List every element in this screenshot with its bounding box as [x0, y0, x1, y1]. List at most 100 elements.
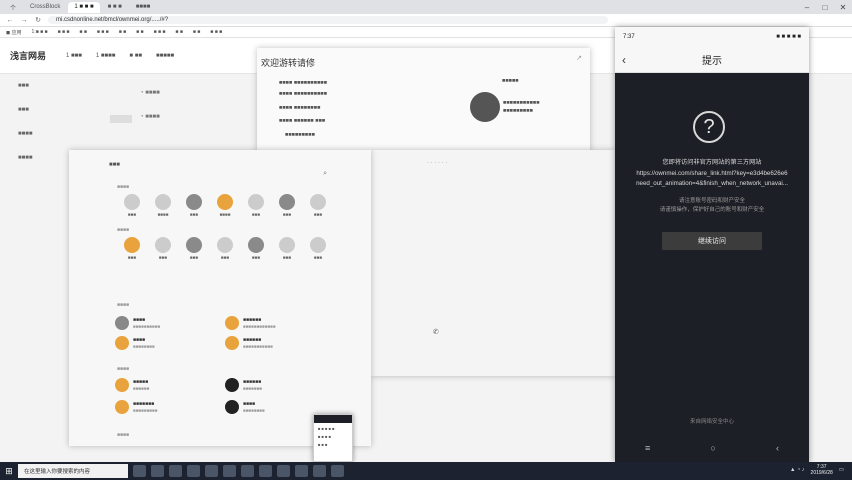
app-icon[interactable]: ■■■■	[214, 194, 236, 217]
close-icon[interactable]: ↗	[576, 54, 582, 62]
sidebar-item[interactable]: ■■■	[0, 74, 75, 98]
continue-visit-button[interactable]: 继续访问	[662, 232, 762, 250]
windows-start-icon[interactable]: ⊞	[0, 466, 18, 477]
taskbar-app-icon[interactable]	[277, 465, 290, 477]
section-label: ■■■■	[117, 184, 130, 190]
clock[interactable]: 7:37 2019/6/28	[811, 464, 833, 476]
forward-icon[interactable]: →	[20, 17, 28, 24]
question-mark-icon: ?	[693, 111, 725, 143]
taskbar: ⊞ 在这里输入你要搜索的内容 ▲ ◔ ♪ 7:37 2019/6/28 ▭	[0, 462, 852, 480]
browser-tab[interactable]: 个	[4, 2, 22, 13]
icon-row: ■■■ ■■■ ■■■ ■■■ ■■■ ■■■ ■■■	[69, 237, 371, 260]
bookmark-item[interactable]: ■ ■ ■	[97, 29, 109, 35]
menu-icon[interactable]: ≡	[645, 443, 650, 453]
bookmark-item[interactable]: ■ ■	[79, 29, 86, 35]
tray-icons[interactable]: ▲ ◔ ♪	[790, 467, 805, 473]
taskbar-search-input[interactable]: 在这里输入你要搜索的内容	[18, 464, 128, 478]
app-icon[interactable]: ■■■	[307, 237, 329, 260]
app-icon[interactable]: ■■■	[183, 194, 205, 217]
section-label: ■■■■	[117, 366, 130, 372]
app-icon[interactable]: ■■■	[152, 237, 174, 260]
clock-date: 2019/6/28	[810, 470, 833, 476]
taskbar-app-icon[interactable]	[241, 465, 254, 477]
taskbar-app-icon[interactable]	[169, 465, 182, 477]
bookmark-item[interactable]: ■ ■	[175, 29, 182, 35]
taskbar-app-icon[interactable]	[187, 465, 200, 477]
section-label: ■■■■	[117, 432, 130, 438]
app-icon[interactable]: ■■■	[121, 194, 143, 217]
bookmark-item[interactable]: ■ ■	[119, 29, 126, 35]
site-nav-item[interactable]: 1 ■■■■	[96, 53, 116, 59]
dialog-text: ■■■■■■■■■■■	[503, 100, 540, 106]
account-item[interactable]: ■■■■ ■■■■■■■■■■	[115, 316, 160, 330]
app-icon[interactable]: ■■■	[214, 237, 236, 260]
app-icon[interactable]: ■■■	[245, 194, 267, 217]
site-logo[interactable]: 浅言网易	[10, 49, 46, 62]
feed-item[interactable]: ◔ ■■■■	[140, 114, 160, 120]
app-icon[interactable]: ■■■	[307, 194, 329, 217]
phone-icon[interactable]: ✆	[433, 328, 439, 336]
dialog-title: 欢迎游转请修	[261, 58, 316, 68]
app-icon[interactable]: ■■■	[245, 237, 267, 260]
taskbar-app-icon[interactable]	[205, 465, 218, 477]
home-icon[interactable]: ○	[710, 443, 715, 453]
minimize-icon[interactable]: –	[800, 0, 814, 14]
taskbar-app-icon[interactable]	[223, 465, 236, 477]
url-input[interactable]: mi.csdnonline.net/bmcl/ownmei.org/...../…	[48, 16, 608, 24]
bookmark-item[interactable]: ◼ 应用	[6, 29, 22, 36]
close-icon[interactable]: ✕	[836, 0, 850, 14]
taskbar-app-icon[interactable]	[151, 465, 164, 477]
dialog-text: ■■■■■■■■■	[285, 132, 315, 138]
browser-tab[interactable]: ■ ■ ■	[102, 2, 128, 13]
back-icon[interactable]: ‹	[776, 443, 779, 453]
safety-notice: 请注意账号密码和财产安全	[678, 198, 745, 204]
browser-tab[interactable]: ■■■■	[130, 2, 157, 13]
app-icon[interactable]: ■■■	[276, 237, 298, 260]
account-item[interactable]: ■■■■■■ ■■■■■■■	[225, 378, 262, 392]
feed-item[interactable]: ◔ ■■■■	[140, 90, 160, 96]
account-item[interactable]: ■■■■ ■■■■■■■■	[115, 336, 155, 350]
app-icon[interactable]: ■■■	[183, 237, 205, 260]
site-nav-item[interactable]: ■ ■■	[129, 53, 142, 59]
phone-status-bar: 7:37 ■ ■ ■ ■ ■	[615, 27, 809, 47]
account-item[interactable]: ■■■■■■ ■■■■■■■■■■■■	[225, 316, 276, 330]
taskbar-app-icon[interactable]	[295, 465, 308, 477]
back-icon[interactable]: ←	[6, 17, 14, 24]
phone-title-bar: ‹ 提示	[615, 47, 809, 73]
sidebar-item[interactable]: ■■■■	[0, 146, 75, 170]
feed-thumbnail	[110, 115, 132, 123]
search-icon[interactable]: ⌕	[323, 170, 327, 178]
account-item[interactable]: ■■■■■ ■■■■■■	[115, 378, 149, 392]
taskbar-app-icon[interactable]	[313, 465, 326, 477]
reload-icon[interactable]: ↻	[34, 16, 42, 24]
bookmark-item[interactable]: ■ ■	[136, 29, 143, 35]
account-item[interactable]: ■■■■ ■■■■■■■■	[225, 400, 265, 414]
site-nav-item[interactable]: ■■■■■	[156, 53, 174, 59]
dialog-text: ■■■■ ■■■■■■ ■■■	[279, 118, 326, 124]
browser-tab-bar: 个 CrossBlock 1 ■ ■ ■ ■ ■ ■ ■■■■	[0, 0, 852, 14]
taskbar-app-icon[interactable]	[259, 465, 272, 477]
sidebar-item[interactable]: ■■■	[0, 98, 75, 122]
site-nav-item[interactable]: 1 ■■■	[66, 53, 82, 59]
notification-icon[interactable]: ▭	[839, 467, 844, 473]
bookmark-item[interactable]: ■ ■ ■	[210, 29, 222, 35]
browser-tab[interactable]: CrossBlock	[24, 2, 66, 13]
bookmark-item[interactable]: ■ ■ ■	[154, 29, 166, 35]
taskbar-preview-popup[interactable]: ■ ■ ■ ■ ■ ■ ■ ■ ■ ■ ■ ■	[313, 414, 353, 462]
account-item[interactable]: ■■■■■■ ■■■■■■■■■■■	[225, 336, 273, 350]
app-icon[interactable]: ■■■	[276, 194, 298, 217]
bookmark-item[interactable]: ■ ■	[193, 29, 200, 35]
status-time: 7:37	[623, 34, 635, 40]
taskbar-app-icon[interactable]	[331, 465, 344, 477]
target-url-line: need_out_animation=4&finish_when_network…	[636, 180, 788, 187]
maximize-icon[interactable]: □	[818, 0, 832, 14]
sidebar-item[interactable]: ■■■■	[0, 122, 75, 146]
app-icon[interactable]: ■■■■	[152, 194, 174, 217]
app-icon[interactable]: ■■■	[121, 237, 143, 260]
browser-tab-active[interactable]: 1 ■ ■ ■	[68, 1, 100, 13]
bookmark-item[interactable]: 1:■ ■ ■	[32, 29, 48, 35]
taskbar-app-icon[interactable]	[133, 465, 146, 477]
back-arrow-icon[interactable]: ‹	[622, 53, 626, 67]
account-item[interactable]: ■■■■■■■ ■■■■■■■■■	[115, 400, 157, 414]
bookmark-item[interactable]: ■ ■ ■	[58, 29, 70, 35]
